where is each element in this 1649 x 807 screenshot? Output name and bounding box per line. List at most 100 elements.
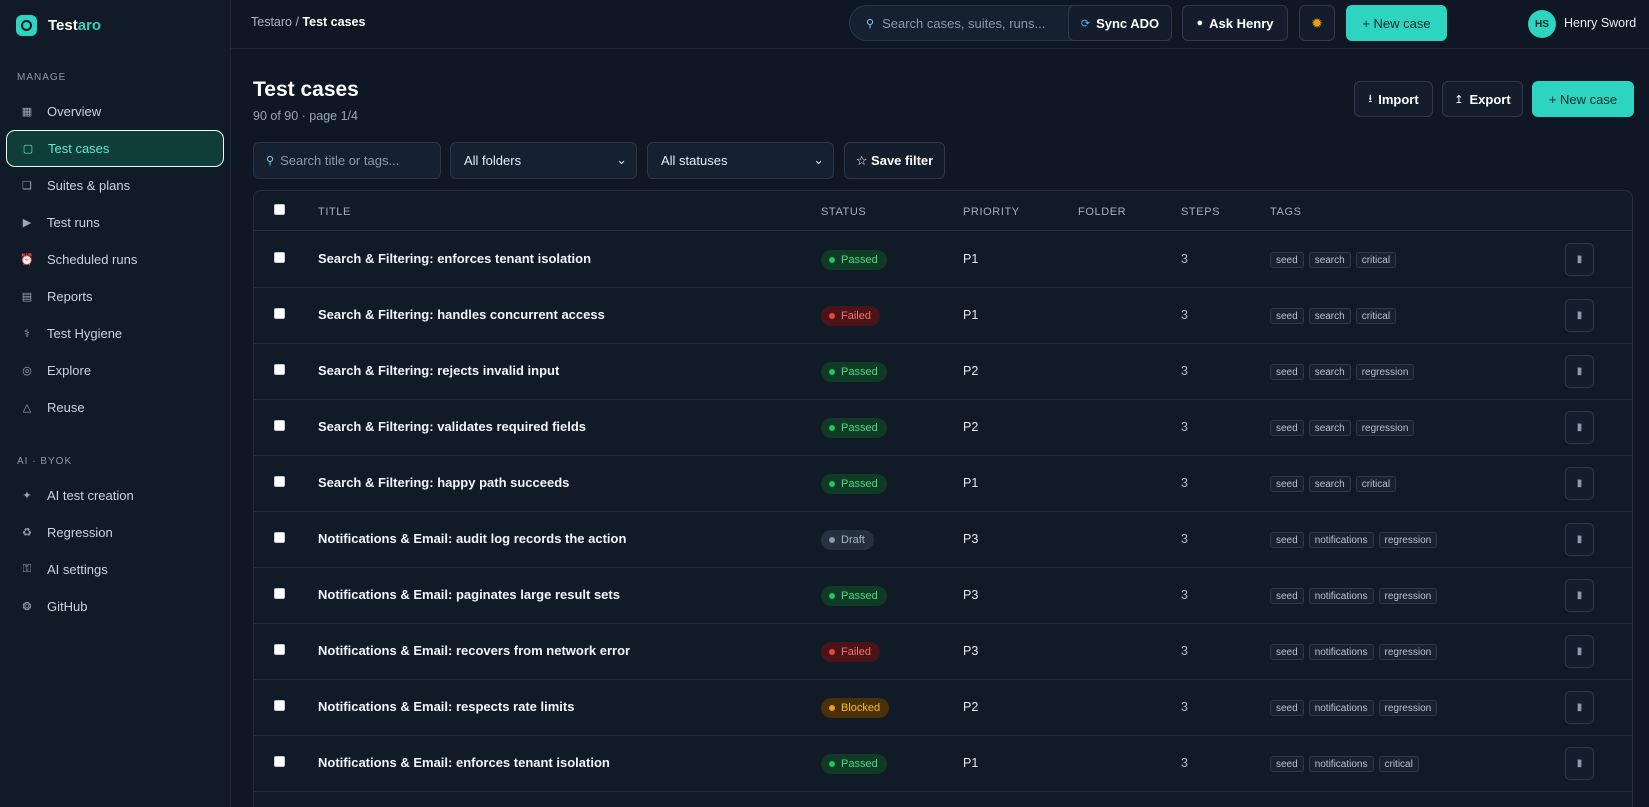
delete-button[interactable]: ▮ <box>1565 467 1594 500</box>
sidebar-item-test-cases[interactable]: ▢ Test cases <box>6 130 224 167</box>
sidebar-item-reports[interactable]: ▤ Reports <box>6 278 224 315</box>
sidebar-item-ai-test-creation[interactable]: ✦ AI test creation <box>6 477 224 514</box>
avatar[interactable]: HS <box>1528 10 1556 38</box>
tag-chip[interactable]: seed <box>1270 364 1304 380</box>
delete-button[interactable]: ▮ <box>1565 243 1594 276</box>
tag-chip[interactable]: critical <box>1355 252 1397 268</box>
tag-chip[interactable]: search <box>1308 476 1351 492</box>
tag-chip[interactable]: seed <box>1270 476 1304 492</box>
export-button[interactable]: ↥ Export <box>1442 81 1523 117</box>
tag-chip[interactable]: notifications <box>1308 644 1374 660</box>
tag-chip[interactable]: regression <box>1378 700 1438 716</box>
sync-ado-button[interactable]: ⟳ Sync ADO <box>1068 5 1172 41</box>
row-checkbox[interactable] <box>274 532 285 543</box>
delete-button[interactable]: ▮ <box>1565 523 1594 556</box>
case-title[interactable]: Search & Filtering: validates required f… <box>318 419 586 434</box>
delete-button[interactable]: ▮ <box>1565 691 1594 724</box>
folder-select[interactable]: All folders ⌄ <box>450 142 637 179</box>
table-row[interactable]: Notifications & Email: paginates large r… <box>254 568 1632 624</box>
tag-chip[interactable]: search <box>1308 252 1351 268</box>
table-row[interactable]: Search & Filtering: rejects invalid inpu… <box>254 344 1632 400</box>
save-filter-button[interactable]: ☆ Save filter <box>844 142 945 179</box>
case-title[interactable]: Search & Filtering: happy path succeeds <box>318 475 569 490</box>
row-checkbox[interactable] <box>274 756 285 767</box>
sidebar-item-test-hygiene[interactable]: ⚕ Test Hygiene <box>6 315 224 352</box>
tag-chip[interactable]: seed <box>1270 644 1304 660</box>
new-case-button[interactable]: + New case <box>1532 81 1634 117</box>
column-tags[interactable]: TAGS <box>1270 206 1302 218</box>
tag-chip[interactable]: seed <box>1270 532 1304 548</box>
case-title[interactable]: Notifications & Email: enforces tenant i… <box>318 755 610 770</box>
delete-button[interactable]: ▮ <box>1565 355 1594 388</box>
row-checkbox[interactable] <box>274 700 285 711</box>
case-title[interactable]: Search & Filtering: enforces tenant isol… <box>318 251 591 266</box>
sidebar-item-scheduled-runs[interactable]: ⏰ Scheduled runs <box>6 241 224 278</box>
tag-chip[interactable]: search <box>1308 364 1351 380</box>
case-title[interactable]: Notifications & Email: recovers from net… <box>318 643 630 658</box>
tag-chip[interactable]: notifications <box>1308 532 1374 548</box>
sidebar-item-overview[interactable]: ▦ Overview <box>6 93 224 130</box>
sidebar-item-regression[interactable]: ♻ Regression <box>6 514 224 551</box>
table-row[interactable]: Search & Filtering: enforces tenant isol… <box>254 232 1632 288</box>
tag-chip[interactable]: regression <box>1378 532 1438 548</box>
tag-chip[interactable]: critical <box>1355 476 1397 492</box>
tag-chip[interactable]: seed <box>1270 700 1304 716</box>
column-status[interactable]: STATUS <box>821 206 866 218</box>
row-checkbox[interactable] <box>274 644 285 655</box>
table-row[interactable]: Notifications & Email: recovers from net… <box>254 624 1632 680</box>
top-new-case-button[interactable]: + New case <box>1346 5 1447 41</box>
filter-search-input[interactable] <box>280 153 431 168</box>
tag-chip[interactable]: seed <box>1270 588 1304 604</box>
sidebar-item-ai-settings[interactable]: ⚿ AI settings <box>6 551 224 588</box>
tag-chip[interactable]: regression <box>1355 364 1415 380</box>
delete-button[interactable]: ▮ <box>1565 635 1594 668</box>
tag-chip[interactable]: seed <box>1270 252 1304 268</box>
tag-chip[interactable]: seed <box>1270 420 1304 436</box>
column-title[interactable]: TITLE <box>318 206 351 218</box>
table-row[interactable]: Notifications & Email: enforces tenant i… <box>254 736 1632 792</box>
table-row[interactable]: Search & Filtering: happy path succeeds P… <box>254 456 1632 512</box>
tag-chip[interactable]: search <box>1308 420 1351 436</box>
tag-chip[interactable]: regression <box>1378 588 1438 604</box>
case-title[interactable]: Search & Filtering: handles concurrent a… <box>318 307 605 322</box>
table-row[interactable]: Search & Filtering: handles concurrent a… <box>254 288 1632 344</box>
sidebar-item-reuse[interactable]: △ Reuse <box>6 389 224 426</box>
select-all-checkbox[interactable] <box>274 204 285 215</box>
row-checkbox[interactable] <box>274 420 285 431</box>
tag-chip[interactable]: notifications <box>1308 756 1374 772</box>
tag-chip[interactable]: search <box>1308 308 1351 324</box>
tag-chip[interactable]: critical <box>1378 756 1419 772</box>
delete-button[interactable]: ▮ <box>1565 299 1594 332</box>
column-steps[interactable]: STEPS <box>1181 206 1220 218</box>
sidebar-item-github[interactable]: ❂ GitHub <box>6 588 224 625</box>
global-search-input[interactable] <box>882 15 1093 31</box>
column-priority[interactable]: PRIORITY <box>963 206 1020 218</box>
case-title[interactable]: Search & Filtering: rejects invalid inpu… <box>318 363 559 378</box>
case-title[interactable]: Notifications & Email: respects rate lim… <box>318 699 574 714</box>
row-checkbox[interactable] <box>274 252 285 263</box>
delete-button[interactable]: ▮ <box>1565 747 1594 780</box>
delete-button[interactable]: ▮ <box>1565 579 1594 612</box>
case-title[interactable]: Notifications & Email: paginates large r… <box>318 587 620 602</box>
breadcrumb-root[interactable]: Testaro / <box>251 15 299 29</box>
ask-henry-button[interactable]: ● Ask Henry <box>1182 5 1288 41</box>
brand[interactable]: Testaro <box>0 0 230 50</box>
tag-chip[interactable]: notifications <box>1308 588 1374 604</box>
tag-chip[interactable]: regression <box>1378 644 1438 660</box>
sidebar-item-explore[interactable]: ◎ Explore <box>6 352 224 389</box>
sidebar-item-test-runs[interactable]: ▶ Test runs <box>6 204 224 241</box>
delete-button[interactable]: ▮ <box>1565 411 1594 444</box>
tag-chip[interactable]: notifications <box>1308 700 1374 716</box>
case-title[interactable]: Notifications & Email: audit log records… <box>318 531 626 546</box>
table-row[interactable]: Search & Filtering: validates required f… <box>254 400 1632 456</box>
column-folder[interactable]: FOLDER <box>1078 206 1126 218</box>
filter-search[interactable]: ⚲ <box>253 142 441 179</box>
tag-chip[interactable]: critical <box>1355 308 1397 324</box>
table-row[interactable]: Notifications & Email: respects rate lim… <box>254 680 1632 736</box>
status-select[interactable]: All statuses ⌄ <box>647 142 834 179</box>
table-row[interactable]: Notifications & Email: audit log records… <box>254 512 1632 568</box>
row-checkbox[interactable] <box>274 588 285 599</box>
tag-chip[interactable]: seed <box>1270 756 1304 772</box>
sidebar-item-suites-plans[interactable]: ❏ Suites & plans <box>6 167 224 204</box>
tag-chip[interactable]: seed <box>1270 308 1304 324</box>
